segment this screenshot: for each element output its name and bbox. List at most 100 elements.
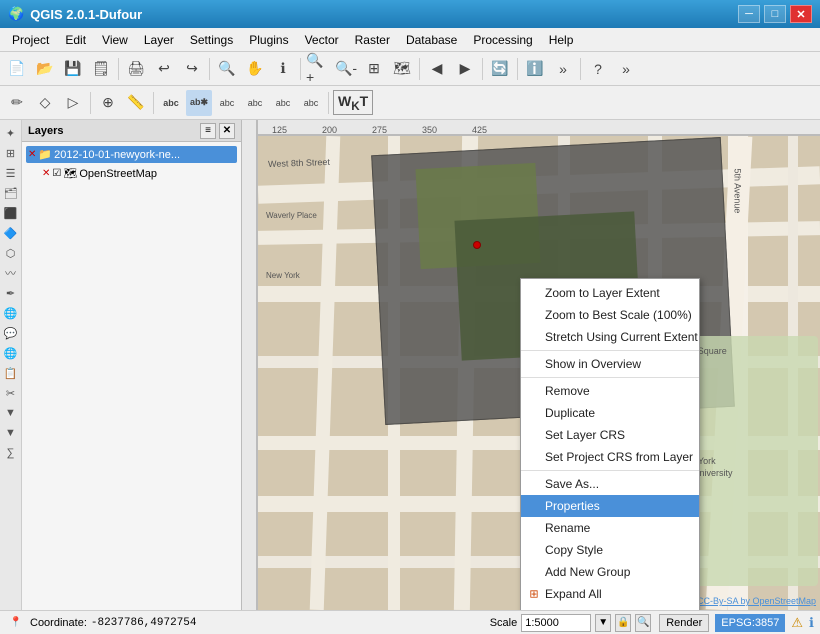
label-btn[interactable]: abc (158, 90, 184, 116)
layers-options-button[interactable]: ≡ (200, 123, 216, 139)
strip-icon-expand[interactable]: ▼ (2, 424, 20, 442)
render-button[interactable]: Render (659, 614, 709, 632)
location-icon[interactable]: 📍 (6, 613, 26, 633)
info-button[interactable]: ℹ️ (522, 56, 548, 82)
crs-badge[interactable]: EPSG:3857 (715, 614, 785, 632)
save-as-button[interactable]: 🗒 (88, 56, 114, 82)
zoom-out-button[interactable]: 🔍- (333, 56, 359, 82)
strip-icon-4[interactable]: 🗂 (2, 184, 20, 202)
ctx-zoom-layer-extent[interactable]: Zoom to Layer Extent (521, 282, 699, 304)
ctx-rename[interactable]: Rename (521, 517, 699, 539)
strip-icon-15[interactable]: ▼ (2, 404, 20, 422)
layer-group-row[interactable]: ✕ 📁 2012-10-01-newyork-ne... (26, 146, 237, 163)
menu-item-layer[interactable]: Layer (136, 31, 182, 49)
ctx-set-project-crs[interactable]: Set Project CRS from Layer (521, 446, 699, 468)
refresh-button[interactable]: 🔄 (487, 56, 513, 82)
strip-icon-8[interactable]: 〰 (2, 264, 20, 282)
strip-icon-10[interactable]: 🌐 (2, 304, 20, 322)
menu-item-help[interactable]: Help (541, 31, 582, 49)
ruler-button[interactable]: 📏 (123, 90, 149, 116)
close-button[interactable]: ✕ (790, 5, 812, 23)
menu-item-view[interactable]: View (94, 31, 136, 49)
layer-check-icon[interactable]: ☑ (52, 168, 61, 179)
ctx-zoom-best-scale[interactable]: Zoom to Best Scale (100%) (521, 304, 699, 326)
scale-dropdown-button[interactable]: ▼ (595, 614, 611, 632)
digitize-button[interactable]: ⊕ (95, 90, 121, 116)
label-btn5[interactable]: abc (270, 90, 296, 116)
zoom-in-button[interactable]: 🔍+ (305, 56, 331, 82)
zoom-full-button[interactable]: ⊞ (361, 56, 387, 82)
strip-icon-11[interactable]: 💬 (2, 324, 20, 342)
node-tool-button[interactable]: ◇ (32, 90, 58, 116)
edit-button[interactable]: ✏ (4, 90, 30, 116)
label-btn6[interactable]: abc (298, 90, 324, 116)
ctx-show-overview[interactable]: Show in Overview (521, 353, 699, 375)
help-button[interactable]: ? (585, 56, 611, 82)
main-toolbar: 📄 📂 💾 🗒 🖨 ↩ ↪ 🔍 ✋ ℹ 🔍+ 🔍- ⊞ 🗺 ◀ ▶ 🔄 ℹ️ »… (0, 52, 820, 86)
maximize-button[interactable]: □ (764, 5, 786, 23)
strip-icon-3[interactable]: ☰ (2, 164, 20, 182)
scale-lock-button[interactable]: 🔒 (615, 614, 631, 632)
ctx-remove[interactable]: Remove (521, 380, 699, 402)
ctx-properties[interactable]: Properties (521, 495, 699, 517)
open-project-button[interactable]: 📂 (32, 56, 58, 82)
zoom-back-button[interactable]: ◀ (424, 56, 450, 82)
zoom-forward-button[interactable]: ▶ (452, 56, 478, 82)
layers-header: Layers ≡ ✕ (22, 120, 241, 142)
label-btn4[interactable]: abc (242, 90, 268, 116)
ctx-copy-style[interactable]: Copy Style (521, 539, 699, 561)
more-button[interactable]: » (550, 56, 576, 82)
label-btn3[interactable]: abc (214, 90, 240, 116)
group-close-icon[interactable]: ✕ (28, 149, 36, 160)
strip-icon-14[interactable]: ✂ (2, 384, 20, 402)
menu-item-settings[interactable]: Settings (182, 31, 241, 49)
strip-icon-13[interactable]: 📋 (2, 364, 20, 382)
strip-icon-7[interactable]: ⬡ (2, 244, 20, 262)
strip-icon-9[interactable]: ✒ (2, 284, 20, 302)
label-btn2[interactable]: ab✱ (186, 90, 212, 116)
layer-name: OpenStreetMap (79, 168, 157, 180)
redo-button[interactable]: ↪ (179, 56, 205, 82)
scale-input[interactable] (521, 614, 591, 632)
undo-button[interactable]: ↩ (151, 56, 177, 82)
more2-button[interactable]: » (613, 56, 639, 82)
layers-close-button[interactable]: ✕ (219, 123, 235, 139)
scale-magnify-button[interactable]: 🔍 (635, 614, 651, 632)
strip-icon-12[interactable]: 🌐 (2, 344, 20, 362)
strip-icon-2[interactable]: ⊞ (2, 144, 20, 162)
ctx-duplicate[interactable]: Duplicate (521, 402, 699, 424)
ctx-collapse-all[interactable]: ⊟ Collapse All (521, 605, 699, 610)
ctx-add-new-group[interactable]: Add New Group (521, 561, 699, 583)
menu-item-plugins[interactable]: Plugins (241, 31, 296, 49)
save-project-button[interactable]: 💾 (60, 56, 86, 82)
strip-icon-1[interactable]: ✦ (2, 124, 20, 142)
search-button[interactable]: 🔍 (214, 56, 240, 82)
layer-close-icon[interactable]: ✕ (42, 168, 50, 179)
strip-icon-5[interactable]: ⬛ (2, 204, 20, 222)
ctx-stretch-extent[interactable]: Stretch Using Current Extent (521, 326, 699, 348)
layer-row-osm[interactable]: ✕ ☑ 🗺 OpenStreetMap (26, 165, 237, 182)
new-project-button[interactable]: 📄 (4, 56, 30, 82)
toolbar-separator-4 (419, 58, 420, 80)
menu-item-database[interactable]: Database (398, 31, 465, 49)
strip-icon-sigma[interactable]: ∑ (2, 444, 20, 462)
ctx-save-as[interactable]: Save As... (521, 473, 699, 495)
menu-item-processing[interactable]: Processing (465, 31, 540, 49)
pan-button[interactable]: ✋ (242, 56, 268, 82)
identify-button[interactable]: ℹ (270, 56, 296, 82)
layers-title: Layers (28, 125, 63, 137)
menu-item-raster[interactable]: Raster (347, 31, 398, 49)
strip-icon-6[interactable]: 🔷 (2, 224, 20, 242)
minimize-button[interactable]: ─ (738, 5, 760, 23)
menu-item-vector[interactable]: Vector (297, 31, 347, 49)
ctx-set-layer-crs[interactable]: Set Layer CRS (521, 424, 699, 446)
map-area[interactable]: 125 200 275 350 425 (242, 120, 820, 610)
menu-item-project[interactable]: Project (4, 31, 57, 49)
app-title: QGIS 2.0.1-Dufour (30, 7, 142, 22)
print-button[interactable]: 🖨 (123, 56, 149, 82)
menu-item-edit[interactable]: Edit (57, 31, 94, 49)
ctx-expand-all[interactable]: ⊞ Expand All (521, 583, 699, 605)
zoom-layer-button[interactable]: 🗺 (389, 56, 415, 82)
coordinate-value: -8237786,4972754 (91, 617, 197, 629)
select-button[interactable]: ▷ (60, 90, 86, 116)
